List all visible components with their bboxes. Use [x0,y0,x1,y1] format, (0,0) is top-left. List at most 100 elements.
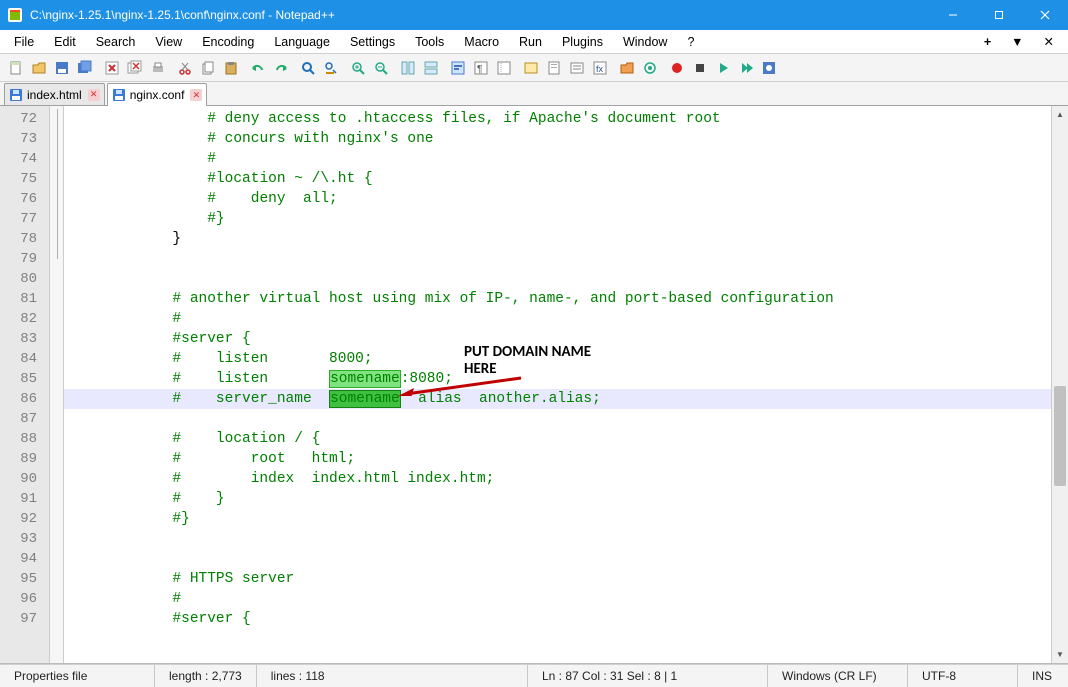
save-all-icon[interactable] [73,56,96,79]
code-area[interactable]: PUT DOMAIN NAME HERE # deny access to .h… [64,106,1051,663]
fold-cell[interactable] [50,349,63,369]
play-icon[interactable] [711,56,734,79]
code-line[interactable]: # root html; [64,449,1051,469]
fold-cell[interactable] [50,429,63,449]
copy-icon[interactable] [196,56,219,79]
menu-plugins[interactable]: Plugins [552,32,613,52]
folder-icon[interactable] [615,56,638,79]
stop-icon[interactable] [688,56,711,79]
code-line[interactable]: # listen somename:8080; [64,369,1051,389]
code-line[interactable] [64,249,1051,269]
zoom-in-icon[interactable] [346,56,369,79]
tab-close-icon[interactable]: ✕ [88,89,100,101]
code-line[interactable]: # } [64,489,1051,509]
fold-cell[interactable] [50,129,63,149]
menu-macro[interactable]: Macro [454,32,509,52]
menu-language[interactable]: Language [264,32,340,52]
code-line[interactable]: #} [64,509,1051,529]
fold-cell[interactable] [50,569,63,589]
fold-cell[interactable] [50,389,63,409]
tab-close-icon[interactable]: ✕ [190,89,202,101]
menu-search[interactable]: Search [86,32,146,52]
code-line[interactable] [64,529,1051,549]
tab-index-html[interactable]: index.html ✕ [4,83,105,105]
fold-cell[interactable] [50,549,63,569]
menu-edit[interactable]: Edit [44,32,86,52]
fold-cell[interactable] [50,409,63,429]
fold-cell[interactable] [50,249,63,269]
fold-cell[interactable] [50,149,63,169]
fold-cell[interactable] [50,469,63,489]
menu-dropdown[interactable]: ▼ [1001,32,1033,52]
menu-encoding[interactable]: Encoding [192,32,264,52]
code-line[interactable]: # server_name somename alias another.ali… [64,389,1051,409]
fold-cell[interactable] [50,529,63,549]
open-file-icon[interactable] [27,56,50,79]
code-line[interactable] [64,549,1051,569]
fold-cell[interactable] [50,329,63,349]
fold-cell[interactable] [50,309,63,329]
close-window-button[interactable] [1022,0,1068,30]
code-line[interactable]: # deny access to .htaccess files, if Apa… [64,109,1051,129]
code-line[interactable]: # [64,149,1051,169]
code-line[interactable]: # listen 8000; [64,349,1051,369]
menu-window[interactable]: Window [613,32,677,52]
code-line[interactable]: # location / { [64,429,1051,449]
code-line[interactable]: #location ~ /\.ht { [64,169,1051,189]
fold-cell[interactable] [50,609,63,629]
code-line[interactable] [64,409,1051,429]
play-multi-icon[interactable] [734,56,757,79]
fold-cell[interactable] [50,369,63,389]
scroll-down-icon[interactable]: ▼ [1052,646,1068,663]
vertical-scrollbar[interactable]: ▲ ▼ [1051,106,1068,663]
replace-icon[interactable] [319,56,342,79]
record-icon[interactable] [665,56,688,79]
fold-cell[interactable] [50,589,63,609]
fold-cell[interactable] [50,169,63,189]
menu-help[interactable]: ? [677,32,704,52]
fold-cell[interactable] [50,489,63,509]
all-chars-icon[interactable]: ¶ [469,56,492,79]
redo-icon[interactable] [269,56,292,79]
menu-plus[interactable]: + [974,32,1001,52]
menu-close-x[interactable]: ✕ [1034,31,1064,52]
minimize-button[interactable] [930,0,976,30]
word-wrap-icon[interactable] [446,56,469,79]
paste-icon[interactable] [219,56,242,79]
lang-icon[interactable] [519,56,542,79]
zoom-out-icon[interactable] [369,56,392,79]
scroll-up-icon[interactable]: ▲ [1052,106,1068,123]
close-icon[interactable] [100,56,123,79]
menu-tools[interactable]: Tools [405,32,454,52]
fold-cell[interactable] [50,189,63,209]
undo-icon[interactable] [246,56,269,79]
fold-cell[interactable] [50,289,63,309]
scroll-thumb[interactable] [1054,386,1066,486]
indent-guide-icon[interactable] [492,56,515,79]
fold-cell[interactable] [50,229,63,249]
menu-view[interactable]: View [145,32,192,52]
fold-cell[interactable] [50,109,63,129]
code-line[interactable]: # [64,589,1051,609]
code-line[interactable]: # deny all; [64,189,1051,209]
print-icon[interactable] [146,56,169,79]
save-icon[interactable] [50,56,73,79]
menu-settings[interactable]: Settings [340,32,405,52]
sync-v-icon[interactable] [396,56,419,79]
monitor-icon[interactable] [638,56,661,79]
find-icon[interactable] [296,56,319,79]
sync-h-icon[interactable] [419,56,442,79]
code-line[interactable]: #server { [64,609,1051,629]
code-line[interactable]: # [64,309,1051,329]
fold-cell[interactable] [50,269,63,289]
tab-nginx-conf[interactable]: nginx.conf ✕ [107,83,208,106]
close-all-icon[interactable] [123,56,146,79]
code-line[interactable]: # another virtual host using mix of IP-,… [64,289,1051,309]
doc-map-icon[interactable] [542,56,565,79]
menu-run[interactable]: Run [509,32,552,52]
fold-cell[interactable] [50,449,63,469]
maximize-button[interactable] [976,0,1022,30]
fold-cell[interactable] [50,509,63,529]
new-file-icon[interactable] [4,56,27,79]
fold-cell[interactable] [50,209,63,229]
